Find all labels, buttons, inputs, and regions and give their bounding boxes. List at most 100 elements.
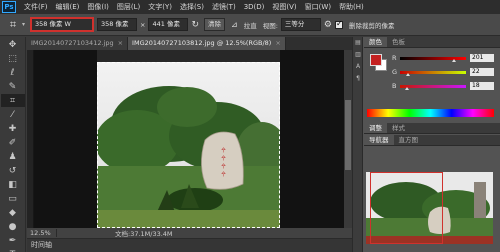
navigator-panel-tabs: 导航器 直方图 (364, 135, 500, 146)
gradient-tool-icon[interactable]: ▭ (1, 192, 25, 205)
status-bar: 12.5% 文档:37.1M/33.4M (27, 228, 352, 238)
settings-gear-icon[interactable]: ⚙ (324, 20, 332, 30)
zoom-level[interactable]: 12.5% (27, 229, 57, 237)
paragraph-panel-icon[interactable]: ¶ (353, 73, 363, 85)
navigator-panel: 导航器 直方图 (364, 135, 500, 244)
slider-knob[interactable] (452, 58, 457, 62)
eyedropper-tool-icon[interactable]: ⁄ (1, 108, 25, 121)
navigator-view-box[interactable] (370, 172, 443, 244)
rotate-icon[interactable]: ↻ (191, 20, 199, 30)
panel-icon-strip: ▤ ▥ A ¶ (353, 37, 363, 252)
crop-height-field[interactable]: 441 像素 (148, 18, 189, 31)
close-icon[interactable]: × (118, 39, 123, 47)
tab-label: IMG20140727103812.jpg @ 12.5%(RGB/8) (132, 39, 272, 47)
menu-help[interactable]: 帮助(H) (335, 0, 368, 14)
menu-edit[interactable]: 编辑(E) (52, 0, 84, 14)
right-panels: ▤ ▥ A ¶ 颜色 色板 R 201 G 22 B 18 调整 样式 导航器 … (352, 37, 500, 252)
photoshop-window: Ps 文件(F) 编辑(E) 图像(I) 图层(L) 文字(Y) 选择(S) 滤… (0, 0, 500, 252)
canvas-area[interactable]: 㐃 㐃 㐃 㐃 (27, 50, 352, 228)
green-channel-slider[interactable] (400, 70, 466, 76)
menu-filter[interactable]: 滤镜(T) (208, 0, 240, 14)
swap-dimensions-icon[interactable]: × (140, 21, 145, 29)
close-icon[interactable]: × (275, 39, 280, 47)
vertical-scrollbar[interactable] (344, 50, 352, 228)
history-brush-icon[interactable]: ↺ (1, 164, 25, 177)
crop-tool-icon[interactable]: ⌗ (0, 94, 25, 107)
properties-panel-icon[interactable]: ▥ (353, 49, 363, 61)
brush-tool-icon[interactable]: ✐ (1, 136, 25, 149)
move-tool-icon[interactable]: ✥ (1, 38, 25, 51)
color-panel: 颜色 色板 R 201 G 22 B 18 (364, 37, 500, 120)
dodge-tool-icon[interactable]: ● (1, 220, 25, 233)
menu-select[interactable]: 选择(S) (176, 0, 208, 14)
green-channel-label: G (392, 68, 398, 76)
tab-swatches[interactable]: 色板 (387, 37, 410, 47)
blue-channel-slider[interactable] (400, 84, 466, 90)
healing-brush-icon[interactable]: ✚ (1, 122, 25, 135)
menu-3d[interactable]: 3D(D) (240, 0, 269, 14)
character-panel-icon[interactable]: A (353, 61, 363, 73)
options-bar: ⌗ ▾ 358 像素 W 358 像素 × 441 像素 ↻ 清除 ⊿ 拉直 视… (0, 14, 500, 36)
color-panel-tabs: 颜色 色板 (364, 37, 500, 48)
color-spectrum-bar[interactable] (367, 109, 494, 117)
red-channel-label: R (392, 54, 397, 62)
delete-cropped-label: 删除裁剪的像素 (349, 21, 395, 30)
crop-frame[interactable] (97, 62, 280, 228)
adjustments-panel-tabs: 调整 样式 (364, 123, 500, 134)
crop-shield-right (280, 50, 352, 228)
tab-document-1[interactable]: IMG20140727103412.jpg × (27, 37, 129, 50)
foreground-color-swatch[interactable] (370, 54, 382, 66)
document-size: 文档:37.1M/33.4M (115, 230, 173, 238)
pen-tool-icon[interactable]: ✒ (1, 234, 25, 247)
clear-button[interactable]: 清除 (204, 18, 226, 31)
blur-tool-icon[interactable]: ◆ (1, 206, 25, 219)
tool-preset-chevron-icon[interactable]: ▾ (22, 21, 25, 28)
quick-select-tool-icon[interactable]: ✎ (1, 80, 25, 93)
menu-file[interactable]: 文件(F) (20, 0, 52, 14)
type-tool-icon[interactable]: T (1, 248, 25, 252)
document-tabs: IMG20140727103412.jpg × IMG20140727103812… (27, 37, 352, 50)
blue-channel-value[interactable]: 18 (470, 82, 494, 90)
marquee-tool-icon[interactable]: ⬚ (1, 52, 25, 65)
blue-channel-row: B 18 (392, 81, 499, 91)
tab-styles[interactable]: 样式 (387, 123, 410, 133)
red-channel-slider[interactable] (400, 56, 466, 62)
adjustments-panel: 调整 样式 (364, 123, 500, 134)
straighten-icon[interactable]: ⊿ (231, 20, 238, 29)
overlay-view-select[interactable]: 三等分 (280, 18, 321, 31)
menu-type[interactable]: 文字(Y) (144, 0, 176, 14)
crop-ratio-select[interactable]: 358 像素 W (30, 17, 95, 32)
toolbox: ✥ ⬚ ℓ ✎ ⌗ ⁄ ✚ ✐ ♟ ↺ ◧ ▭ ◆ ● ✒ T (0, 37, 26, 252)
history-panel-icon[interactable]: ▤ (353, 37, 363, 49)
timeline-tab[interactable]: 时间轴 (27, 238, 352, 252)
eraser-tool-icon[interactable]: ◧ (1, 178, 25, 191)
clone-stamp-icon[interactable]: ♟ (1, 150, 25, 163)
menu-view[interactable]: 视图(V) (268, 0, 300, 14)
green-channel-value[interactable]: 22 (470, 68, 494, 76)
tab-navigator[interactable]: 导航器 (364, 135, 394, 145)
blue-channel-label: B (392, 82, 397, 90)
photoshop-logo: Ps (2, 1, 16, 13)
scrollbar-thumb[interactable] (345, 100, 351, 170)
slider-knob[interactable] (404, 86, 409, 90)
tab-adjustments[interactable]: 调整 (364, 123, 387, 133)
tab-color[interactable]: 颜色 (364, 37, 387, 47)
menu-bar: Ps 文件(F) 编辑(E) 图像(I) 图层(L) 文字(Y) 选择(S) 滤… (0, 0, 500, 14)
menu-layer[interactable]: 图层(L) (113, 0, 144, 14)
menu-window[interactable]: 窗口(W) (301, 0, 335, 14)
crop-shield-left (27, 50, 97, 228)
crop-width-field[interactable]: 358 像素 (97, 18, 138, 31)
menu-image[interactable]: 图像(I) (83, 0, 113, 14)
straighten-label[interactable]: 拉直 (244, 20, 257, 30)
green-channel-row: G 22 (392, 67, 499, 77)
crop-tool-icon[interactable]: ⌗ (4, 17, 22, 33)
tab-label: IMG20140727103412.jpg (31, 39, 114, 47)
tab-histogram[interactable]: 直方图 (394, 135, 424, 145)
red-channel-row: R 201 (392, 53, 499, 63)
red-channel-value[interactable]: 201 (470, 54, 494, 62)
lasso-tool-icon[interactable]: ℓ (1, 66, 25, 79)
slider-knob[interactable] (405, 72, 410, 76)
view-label: 视图: (262, 21, 278, 30)
delete-cropped-checkbox[interactable] (335, 19, 343, 29)
tab-document-2[interactable]: IMG20140727103812.jpg @ 12.5%(RGB/8) × (128, 37, 286, 50)
